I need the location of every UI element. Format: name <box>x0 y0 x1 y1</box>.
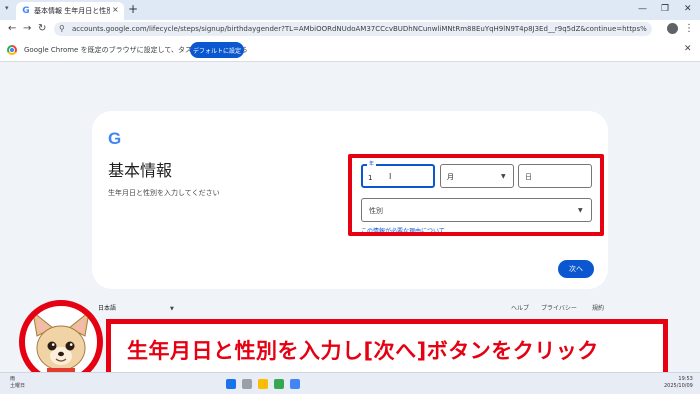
chrome-icon <box>7 45 17 55</box>
edge-icon[interactable] <box>290 379 300 389</box>
chrome-taskbar-icon[interactable] <box>274 379 284 389</box>
clock-time: 19:53 <box>678 376 693 382</box>
weekday-label: 土曜日 <box>10 383 26 389</box>
privacy-link[interactable]: プライバシー <box>541 305 577 313</box>
browser-tab[interactable]: G 基本情報 生年月日と性別を入力して × <box>16 2 124 20</box>
instruction-text: 生年月日と性別を入力し[次へ]ボタンをクリック <box>127 339 599 363</box>
new-tab-button[interactable]: + <box>128 2 138 16</box>
tab-search-icon[interactable]: ▾ <box>5 4 9 12</box>
weather-widget[interactable]: 雨 土曜日 <box>10 376 25 390</box>
clock[interactable]: 19:53 2025/10/09 <box>664 376 693 390</box>
browser-toolbar: ← → ↻ ⚲ accounts.google.com/lifecycle/st… <box>0 20 700 38</box>
set-default-button[interactable]: デフォルトに設定 <box>190 42 244 58</box>
language-select[interactable]: 日本語 <box>98 305 116 313</box>
page-title: 基本情報 <box>108 161 173 180</box>
page-subtitle: 生年月日と性別を入力してください <box>108 189 220 197</box>
tab-title: 基本情報 生年月日と性別を入力して <box>34 7 110 15</box>
taskbar: 雨 土曜日 19:53 2025/10/09 <box>0 372 700 394</box>
next-button[interactable]: 次へ <box>558 260 594 278</box>
search-icon[interactable] <box>242 379 252 389</box>
forward-icon[interactable]: → <box>23 22 31 36</box>
highlight-box <box>348 154 604 236</box>
tab-close-icon[interactable]: × <box>112 5 119 15</box>
url-text[interactable]: accounts.google.com/lifecycle/steps/sign… <box>72 24 647 34</box>
infobar-close-icon[interactable]: ✕ <box>684 44 692 54</box>
help-link[interactable]: ヘルプ <box>511 305 529 313</box>
google-favicon-icon: G <box>22 6 30 16</box>
menu-icon[interactable]: ⋮ <box>684 22 694 36</box>
reload-icon[interactable]: ↻ <box>38 22 46 36</box>
back-icon[interactable]: ← <box>8 22 16 36</box>
chevron-down-icon: ▼ <box>170 306 174 312</box>
clock-date: 2025/10/09 <box>664 383 693 389</box>
terms-link[interactable]: 規約 <box>592 305 604 313</box>
weather-label: 雨 <box>10 376 16 382</box>
file-explorer-icon[interactable] <box>258 379 268 389</box>
start-icon[interactable] <box>226 379 236 389</box>
tab-strip: ▾ G 基本情報 生年月日と性別を入力して × + — ❐ ✕ <box>0 0 700 20</box>
profile-avatar[interactable] <box>667 23 678 34</box>
google-logo: G <box>108 129 122 148</box>
default-browser-infobar: Google Chrome を既定のブラウザに設定して、タスクバーに固定する デ… <box>0 38 700 62</box>
restore-icon[interactable]: ❐ <box>661 3 669 15</box>
minimize-icon[interactable]: — <box>638 3 647 15</box>
address-bar[interactable]: ⚲ accounts.google.com/lifecycle/steps/si… <box>54 22 652 36</box>
window-close-icon[interactable]: ✕ <box>684 3 692 15</box>
site-info-icon[interactable]: ⚲ <box>59 24 65 34</box>
